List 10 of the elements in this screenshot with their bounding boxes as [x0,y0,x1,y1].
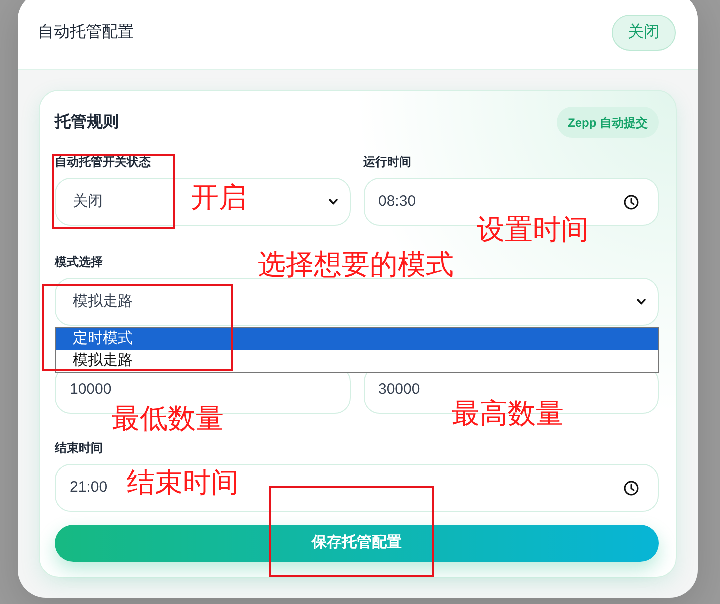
field-label: 模式选择 [55,254,103,270]
card-title: 托管规则 [55,112,119,132]
field-label: 结束时间 [55,440,103,456]
field-label: 自动托管开关状态 [55,154,151,170]
annotation-text: 结束时间 [127,467,239,499]
field-label: 运行时间 [364,154,412,170]
annotation-text: 开启 [191,182,247,214]
status-badge: Zepp 自动提交 [557,107,659,138]
dialog-title: 自动托管配置 [38,23,134,43]
annotation-text: 选择想要的模式 [258,249,454,281]
